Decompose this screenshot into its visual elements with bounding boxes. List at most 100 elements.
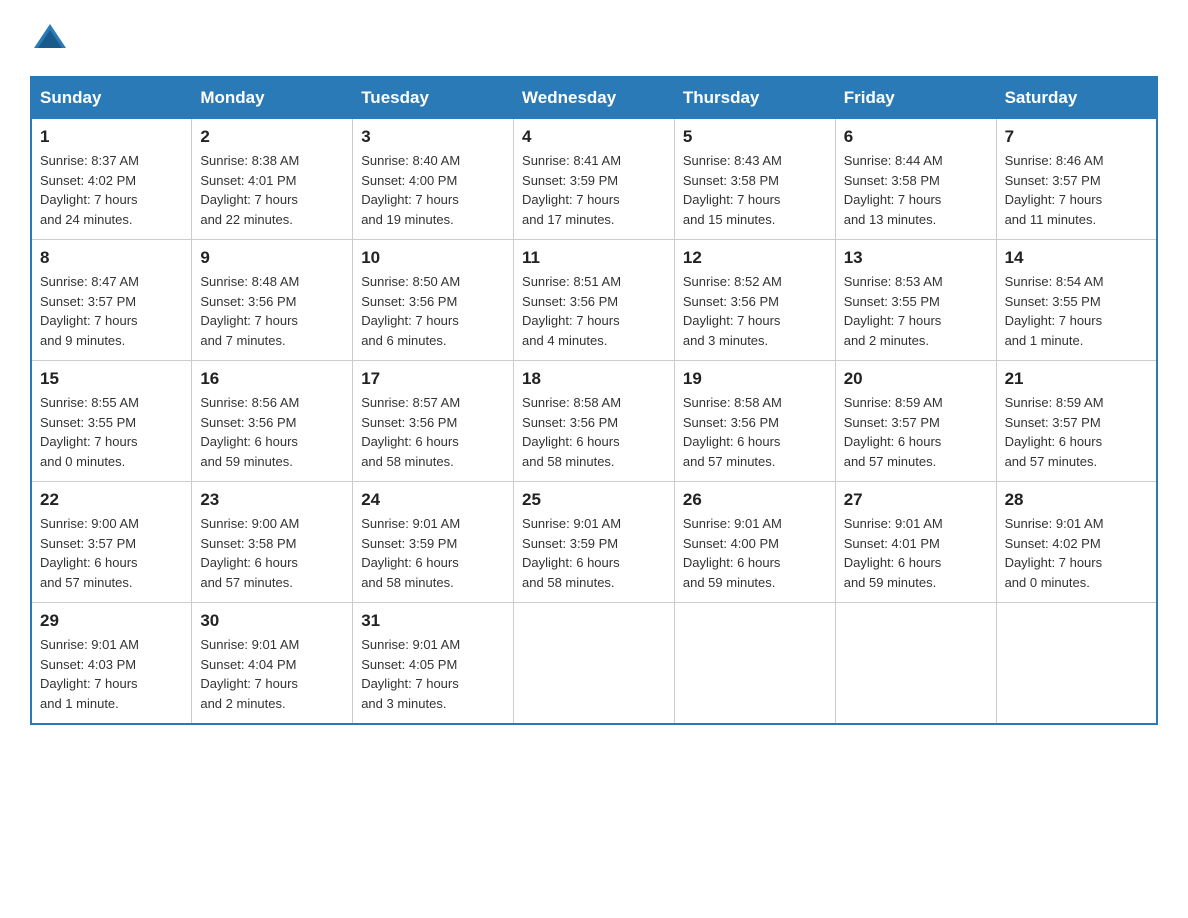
day-info: Sunrise: 8:50 AM Sunset: 3:56 PM Dayligh…: [361, 272, 505, 350]
day-info: Sunrise: 8:59 AM Sunset: 3:57 PM Dayligh…: [1005, 393, 1148, 471]
calendar-header-row: SundayMondayTuesdayWednesdayThursdayFrid…: [31, 77, 1157, 119]
day-number: 11: [522, 248, 666, 268]
day-number: 10: [361, 248, 505, 268]
day-info: Sunrise: 8:38 AM Sunset: 4:01 PM Dayligh…: [200, 151, 344, 229]
calendar-cell: 3 Sunrise: 8:40 AM Sunset: 4:00 PM Dayli…: [353, 119, 514, 240]
calendar-table: SundayMondayTuesdayWednesdayThursdayFrid…: [30, 76, 1158, 725]
calendar-cell: 29 Sunrise: 9:01 AM Sunset: 4:03 PM Dayl…: [31, 603, 192, 725]
calendar-cell: [674, 603, 835, 725]
day-info: Sunrise: 9:00 AM Sunset: 3:57 PM Dayligh…: [40, 514, 183, 592]
day-number: 12: [683, 248, 827, 268]
day-number: 18: [522, 369, 666, 389]
calendar-cell: 8 Sunrise: 8:47 AM Sunset: 3:57 PM Dayli…: [31, 240, 192, 361]
day-number: 16: [200, 369, 344, 389]
calendar-cell: 14 Sunrise: 8:54 AM Sunset: 3:55 PM Dayl…: [996, 240, 1157, 361]
day-number: 30: [200, 611, 344, 631]
calendar-cell: 23 Sunrise: 9:00 AM Sunset: 3:58 PM Dayl…: [192, 482, 353, 603]
page-header: [30, 20, 1158, 56]
calendar-cell: 24 Sunrise: 9:01 AM Sunset: 3:59 PM Dayl…: [353, 482, 514, 603]
day-number: 9: [200, 248, 344, 268]
calendar-cell: 22 Sunrise: 9:00 AM Sunset: 3:57 PM Dayl…: [31, 482, 192, 603]
calendar-cell: 31 Sunrise: 9:01 AM Sunset: 4:05 PM Dayl…: [353, 603, 514, 725]
day-info: Sunrise: 8:40 AM Sunset: 4:00 PM Dayligh…: [361, 151, 505, 229]
logo: [30, 20, 70, 56]
calendar-cell: 2 Sunrise: 8:38 AM Sunset: 4:01 PM Dayli…: [192, 119, 353, 240]
day-number: 17: [361, 369, 505, 389]
col-header-sunday: Sunday: [31, 77, 192, 119]
day-info: Sunrise: 8:56 AM Sunset: 3:56 PM Dayligh…: [200, 393, 344, 471]
day-number: 25: [522, 490, 666, 510]
day-info: Sunrise: 9:01 AM Sunset: 4:02 PM Dayligh…: [1005, 514, 1148, 592]
day-number: 20: [844, 369, 988, 389]
calendar-cell: 1 Sunrise: 8:37 AM Sunset: 4:02 PM Dayli…: [31, 119, 192, 240]
day-number: 31: [361, 611, 505, 631]
day-info: Sunrise: 9:01 AM Sunset: 4:01 PM Dayligh…: [844, 514, 988, 592]
calendar-cell: 30 Sunrise: 9:01 AM Sunset: 4:04 PM Dayl…: [192, 603, 353, 725]
calendar-cell: [835, 603, 996, 725]
calendar-cell: 19 Sunrise: 8:58 AM Sunset: 3:56 PM Dayl…: [674, 361, 835, 482]
col-header-wednesday: Wednesday: [514, 77, 675, 119]
week-row-3: 15 Sunrise: 8:55 AM Sunset: 3:55 PM Dayl…: [31, 361, 1157, 482]
calendar-cell: 21 Sunrise: 8:59 AM Sunset: 3:57 PM Dayl…: [996, 361, 1157, 482]
calendar-cell: 16 Sunrise: 8:56 AM Sunset: 3:56 PM Dayl…: [192, 361, 353, 482]
week-row-1: 1 Sunrise: 8:37 AM Sunset: 4:02 PM Dayli…: [31, 119, 1157, 240]
day-number: 26: [683, 490, 827, 510]
calendar-cell: 5 Sunrise: 8:43 AM Sunset: 3:58 PM Dayli…: [674, 119, 835, 240]
col-header-friday: Friday: [835, 77, 996, 119]
day-number: 13: [844, 248, 988, 268]
day-number: 14: [1005, 248, 1148, 268]
day-number: 15: [40, 369, 183, 389]
calendar-cell: 6 Sunrise: 8:44 AM Sunset: 3:58 PM Dayli…: [835, 119, 996, 240]
day-info: Sunrise: 9:01 AM Sunset: 4:05 PM Dayligh…: [361, 635, 505, 713]
day-number: 19: [683, 369, 827, 389]
calendar-cell: 17 Sunrise: 8:57 AM Sunset: 3:56 PM Dayl…: [353, 361, 514, 482]
day-info: Sunrise: 9:01 AM Sunset: 3:59 PM Dayligh…: [361, 514, 505, 592]
day-number: 1: [40, 127, 183, 147]
day-number: 22: [40, 490, 183, 510]
calendar-cell: [996, 603, 1157, 725]
day-number: 28: [1005, 490, 1148, 510]
calendar-cell: 7 Sunrise: 8:46 AM Sunset: 3:57 PM Dayli…: [996, 119, 1157, 240]
day-info: Sunrise: 8:59 AM Sunset: 3:57 PM Dayligh…: [844, 393, 988, 471]
day-info: Sunrise: 8:48 AM Sunset: 3:56 PM Dayligh…: [200, 272, 344, 350]
day-info: Sunrise: 9:01 AM Sunset: 4:00 PM Dayligh…: [683, 514, 827, 592]
week-row-4: 22 Sunrise: 9:00 AM Sunset: 3:57 PM Dayl…: [31, 482, 1157, 603]
day-number: 23: [200, 490, 344, 510]
calendar-cell: 18 Sunrise: 8:58 AM Sunset: 3:56 PM Dayl…: [514, 361, 675, 482]
day-info: Sunrise: 9:00 AM Sunset: 3:58 PM Dayligh…: [200, 514, 344, 592]
day-info: Sunrise: 8:51 AM Sunset: 3:56 PM Dayligh…: [522, 272, 666, 350]
day-number: 24: [361, 490, 505, 510]
day-number: 3: [361, 127, 505, 147]
day-info: Sunrise: 9:01 AM Sunset: 4:03 PM Dayligh…: [40, 635, 183, 713]
calendar-cell: 28 Sunrise: 9:01 AM Sunset: 4:02 PM Dayl…: [996, 482, 1157, 603]
day-number: 6: [844, 127, 988, 147]
day-info: Sunrise: 8:46 AM Sunset: 3:57 PM Dayligh…: [1005, 151, 1148, 229]
week-row-2: 8 Sunrise: 8:47 AM Sunset: 3:57 PM Dayli…: [31, 240, 1157, 361]
day-number: 5: [683, 127, 827, 147]
day-info: Sunrise: 8:57 AM Sunset: 3:56 PM Dayligh…: [361, 393, 505, 471]
day-number: 29: [40, 611, 183, 631]
calendar-cell: 4 Sunrise: 8:41 AM Sunset: 3:59 PM Dayli…: [514, 119, 675, 240]
day-info: Sunrise: 8:37 AM Sunset: 4:02 PM Dayligh…: [40, 151, 183, 229]
day-info: Sunrise: 8:58 AM Sunset: 3:56 PM Dayligh…: [683, 393, 827, 471]
calendar-cell: 13 Sunrise: 8:53 AM Sunset: 3:55 PM Dayl…: [835, 240, 996, 361]
day-info: Sunrise: 8:55 AM Sunset: 3:55 PM Dayligh…: [40, 393, 183, 471]
calendar-cell: 12 Sunrise: 8:52 AM Sunset: 3:56 PM Dayl…: [674, 240, 835, 361]
calendar-cell: 10 Sunrise: 8:50 AM Sunset: 3:56 PM Dayl…: [353, 240, 514, 361]
calendar-cell: [514, 603, 675, 725]
day-info: Sunrise: 8:54 AM Sunset: 3:55 PM Dayligh…: [1005, 272, 1148, 350]
calendar-cell: 9 Sunrise: 8:48 AM Sunset: 3:56 PM Dayli…: [192, 240, 353, 361]
col-header-monday: Monday: [192, 77, 353, 119]
week-row-5: 29 Sunrise: 9:01 AM Sunset: 4:03 PM Dayl…: [31, 603, 1157, 725]
calendar-cell: 20 Sunrise: 8:59 AM Sunset: 3:57 PM Dayl…: [835, 361, 996, 482]
day-info: Sunrise: 8:47 AM Sunset: 3:57 PM Dayligh…: [40, 272, 183, 350]
calendar-cell: 26 Sunrise: 9:01 AM Sunset: 4:00 PM Dayl…: [674, 482, 835, 603]
logo-icon: [32, 20, 68, 56]
calendar-cell: 27 Sunrise: 9:01 AM Sunset: 4:01 PM Dayl…: [835, 482, 996, 603]
day-number: 27: [844, 490, 988, 510]
calendar-cell: 11 Sunrise: 8:51 AM Sunset: 3:56 PM Dayl…: [514, 240, 675, 361]
day-info: Sunrise: 8:43 AM Sunset: 3:58 PM Dayligh…: [683, 151, 827, 229]
calendar-cell: 25 Sunrise: 9:01 AM Sunset: 3:59 PM Dayl…: [514, 482, 675, 603]
day-number: 21: [1005, 369, 1148, 389]
day-info: Sunrise: 8:41 AM Sunset: 3:59 PM Dayligh…: [522, 151, 666, 229]
